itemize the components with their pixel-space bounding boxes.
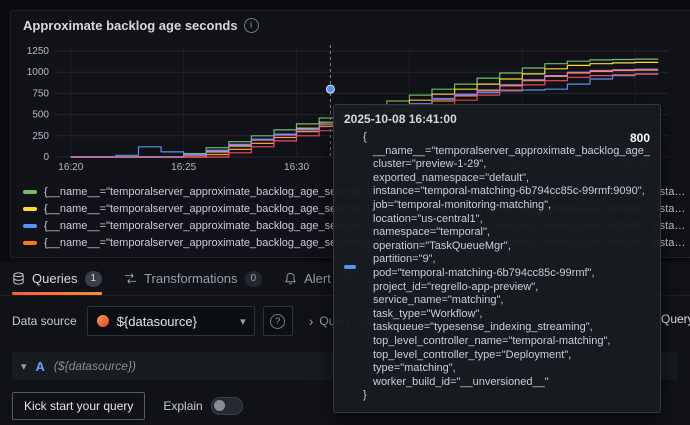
series-color-marker [344,264,356,269]
explain-toggle[interactable] [210,397,243,415]
tooltip-line: { [363,131,367,143]
query-ref-id: A [35,358,45,374]
svg-text:16:20: 16:20 [58,162,83,173]
info-icon[interactable]: i [243,18,259,33]
tooltip-line: location="us-central1", [373,212,483,225]
series-color-marker [23,240,37,245]
tooltip-line: project_id="regrello-app-preview", [373,280,539,293]
chevron-down-icon: ▾ [240,315,246,328]
toggle-knob [213,400,225,411]
chevron-right-icon: › [308,313,314,329]
tab-transformations[interactable]: Transformations 0 [124,262,263,295]
svg-text:0: 0 [43,152,49,163]
series-color-marker [23,223,37,228]
svg-text:16:30: 16:30 [284,162,309,173]
tooltip-timestamp: 2025-10-08 16:41:00 [344,112,457,126]
tooltip-line: partition="9", [373,253,436,266]
panel-header: Approximate backlog age seconds i [11,11,690,35]
tooltip-line: type="matching", [373,362,456,375]
chart-hover-tooltip: 2025-10-08 16:41:00 { __name__="temporals… [333,104,661,413]
tooltip-line: worker_build_id="__unversioned__" [373,375,549,388]
svg-text:250: 250 [32,131,49,142]
tooltip-body: { __name__="temporalserver_approximate_ba… [334,129,660,412]
datasource-value: ${datasource} [116,313,197,329]
tooltip-line: taskqueue="typesense_indexing_streaming"… [373,321,593,334]
tooltip-lines: { __name__="temporalserver_approximate_ba… [363,131,650,403]
tab-label: Queries [32,271,78,286]
tooltip-line: exported_namespace="default", [373,171,530,184]
series-color-marker [23,206,37,211]
tab-count-badge: 0 [244,270,263,287]
svg-text:1000: 1000 [27,67,50,78]
kick-start-query-button[interactable]: Kick start your query [12,392,146,420]
query-ref-datasource: (${datasource}) [53,359,136,373]
tooltip-line: top_level_controller_name="temporal-matc… [373,334,611,347]
grafana-panel-edit-screen: Approximate backlog age seconds i 0 250 50… [0,0,690,425]
tooltip-line: cluster="preview-1-29", [373,158,487,171]
svg-text:1250: 1250 [27,46,50,57]
tooltip-line: __name__="temporalserver_approximate_bac… [373,144,650,157]
tooltip-line: namespace="temporal", [373,226,490,239]
svg-text:16:25: 16:25 [171,162,196,173]
tooltip-line: task_type="Workflow", [373,307,483,320]
tooltip-line: operation="TaskQueueMgr", [373,239,511,252]
tooltip-line: top_level_controller_type="Deployment", [373,348,572,361]
svg-text:750: 750 [32,88,49,99]
tooltip-line: } [363,389,367,402]
svg-text:500: 500 [32,110,49,121]
chevron-down-icon: ▾ [21,360,27,373]
datasource-label: Data source [12,314,77,328]
query-inspector-button[interactable]: Query inspector [661,312,690,326]
bell-icon [285,272,297,285]
shuffle-icon [125,273,137,284]
tooltip-line: job="temporal-monitoring-matching", [373,198,552,211]
datasource-icon [96,315,109,327]
panel-title: Approximate backlog age seconds [23,18,238,33]
tooltip-line: instance="temporal-matching-6b794cc85c-9… [373,185,645,198]
explain-label: Explain [163,399,203,413]
explain-control: Explain [163,397,243,415]
tab-queries[interactable]: Queries 1 [12,262,103,295]
series-color-marker [23,189,37,194]
datasource-picker[interactable]: ${datasource} ▾ [86,306,255,336]
database-icon [13,272,24,285]
tooltip-line: service_name="matching", [373,294,504,307]
tooltip-line: pod="temporal-matching-6b794cc85c-99rmf"… [373,266,595,279]
tab-label: Transformations [144,271,238,286]
datasource-help-button[interactable]: ? [262,306,293,336]
help-icon: ? [270,313,286,329]
tab-count-badge: 1 [84,270,103,287]
tooltip-value: 800 [629,131,650,145]
tab-label: Alert [304,271,331,286]
